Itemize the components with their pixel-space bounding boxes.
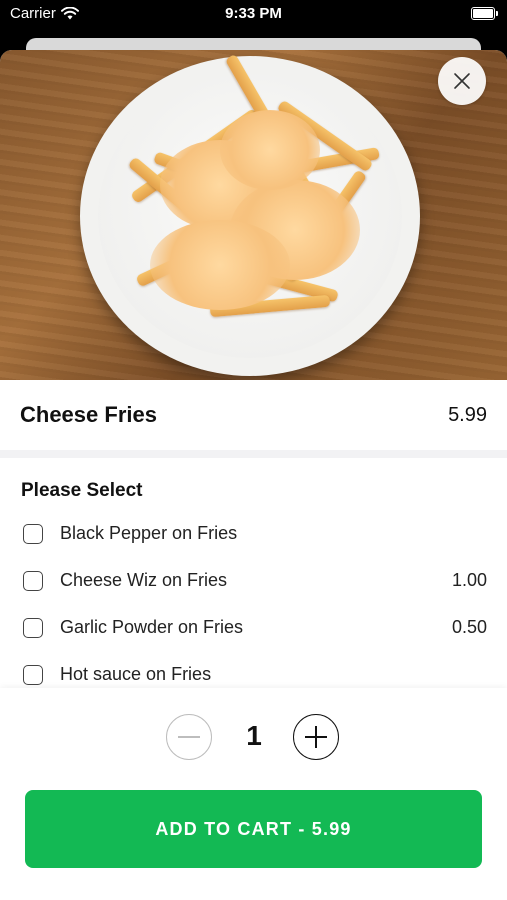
close-icon xyxy=(454,73,470,89)
options-heading: Please Select xyxy=(21,480,143,501)
item-price: 5.99 xyxy=(448,404,487,426)
status-bar: Carrier 9:33 PM xyxy=(0,0,507,30)
section-divider xyxy=(0,450,507,458)
item-detail-sheet: Cheese Fries 5.99 Please Select Black Pe… xyxy=(0,50,507,900)
fries-illustration xyxy=(110,53,400,350)
cheese-sauce xyxy=(220,110,320,190)
checkbox[interactable] xyxy=(23,571,43,591)
checkbox[interactable] xyxy=(23,524,43,544)
battery-icon xyxy=(471,7,498,20)
minus-icon[interactable] xyxy=(166,714,212,760)
option-row-black-pepper[interactable]: Black Pepper on Fries xyxy=(0,516,507,556)
plus-icon[interactable] xyxy=(293,714,339,760)
options-section: Please Select Black Pepper on Fries Chee… xyxy=(0,458,507,690)
option-label: Hot sauce on Fries xyxy=(60,664,212,684)
checkbox[interactable] xyxy=(23,618,43,638)
item-header: Cheese Fries 5.99 xyxy=(0,380,507,450)
option-row-garlic-powder[interactable]: Garlic Powder on Fries 0.50 xyxy=(0,610,507,650)
option-row-cheese-wiz[interactable]: Cheese Wiz on Fries 1.00 xyxy=(0,563,507,603)
add-to-cart-button[interactable]: ADD TO CART - 5.99 xyxy=(25,790,482,868)
option-label: Cheese Wiz on Fries xyxy=(60,570,228,590)
item-name: Cheese Fries xyxy=(20,402,157,427)
option-label: Garlic Powder on Fries xyxy=(60,617,244,637)
item-photo xyxy=(0,50,507,380)
option-price: 1.00 xyxy=(451,570,487,590)
checkbox[interactable] xyxy=(23,665,43,685)
option-label: Black Pepper on Fries xyxy=(60,523,238,543)
quantity-value: 1 xyxy=(246,720,262,751)
option-price: 0.50 xyxy=(451,617,487,637)
status-time: 9:33 PM xyxy=(225,5,282,22)
cheese-sauce xyxy=(150,220,290,310)
close-button[interactable] xyxy=(438,57,486,105)
